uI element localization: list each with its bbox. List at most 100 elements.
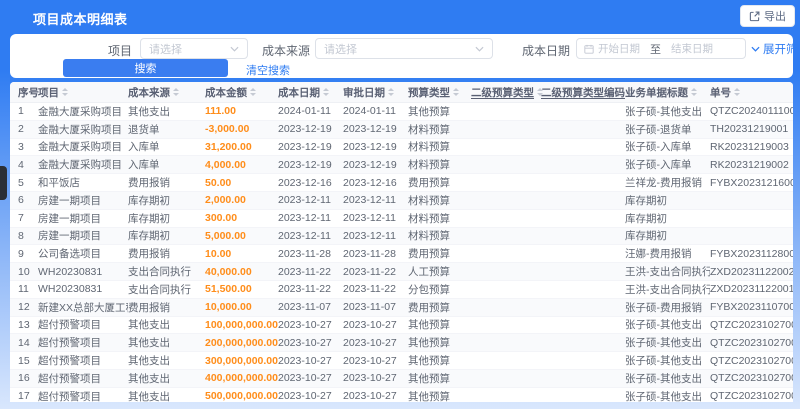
cost-source-label: 成本来源: [262, 44, 311, 58]
cost-detail-table: 序号 项目 成本来源 成本金额 成本日期 审批日期 预算类型 二级预算类型 二级预算类型编码 业务…: [10, 82, 793, 402]
chevron-down-icon: [751, 46, 760, 52]
table-cell: 14: [18, 336, 30, 349]
table-cell: 其他预算: [408, 105, 450, 118]
table-cell: 其他支出: [128, 372, 170, 385]
column-header-label: 二级预算类型编码: [541, 86, 625, 99]
table-cell: 12: [18, 301, 30, 314]
sort-icon[interactable]: [453, 88, 459, 96]
column-header-9[interactable]: 业务单据标题: [625, 82, 710, 102]
table-cell: 8: [18, 229, 24, 242]
table-cell: 2023-10-27: [278, 318, 332, 331]
table-row: 1 金融大厦采购项目 其他支出 111.00 2024-01-11 2024-01-11 其…: [10, 103, 793, 121]
table-cell: 材料预算: [408, 159, 450, 172]
table-cell: [471, 334, 541, 351]
table-cell: 111.00: [205, 105, 236, 118]
start-date-placeholder: 开始日期: [598, 43, 640, 55]
table-cell: 500,000,000.00: [205, 390, 278, 402]
table-cell: FYBX20231216001: [710, 176, 793, 189]
table-cell: [541, 103, 625, 120]
table-cell: 2023-11-22: [343, 283, 396, 296]
table-cell: 2023-12-11: [278, 212, 331, 225]
column-header-5[interactable]: 审批日期: [343, 82, 408, 102]
table-cell: [471, 299, 541, 316]
table-cell: 张子硕-退货单: [625, 123, 692, 136]
column-header-label: 项目: [38, 86, 59, 99]
cost-date-label: 成本日期: [522, 44, 571, 58]
table-cell: 库存期初: [128, 194, 170, 207]
column-header-6[interactable]: 预算类型: [408, 82, 471, 102]
table-cell: 17: [18, 390, 30, 402]
table-cell: FYBX20231128001: [710, 247, 793, 260]
clear-search-link[interactable]: 清空搜索: [246, 62, 290, 78]
project-select[interactable]: 请选择: [140, 38, 248, 59]
table-cell: 其他支出: [128, 105, 170, 118]
drawer-handle[interactable]: [0, 166, 7, 200]
table-cell: 2023-10-27: [278, 336, 332, 349]
table-cell: 3: [18, 140, 24, 153]
table-cell: 2023-12-11: [343, 229, 396, 242]
expand-filter-link[interactable]: 展开筛选: [751, 41, 800, 57]
table-cell: 2023-11-22: [278, 265, 331, 278]
cost-source-select[interactable]: 请选择: [315, 38, 493, 59]
table-cell: 1: [18, 105, 24, 118]
cost-date-range-input[interactable]: 开始日期 至 结束日期: [576, 38, 746, 59]
table-cell: 2023-12-19: [343, 123, 397, 136]
table-cell: [471, 317, 541, 334]
column-header-7[interactable]: 二级预算类型: [471, 82, 543, 102]
table-cell: [710, 228, 793, 245]
table-row: 4 金融大厦采购项目 入库单 4,000.00 2023-12-19 2023-12-19…: [10, 156, 793, 175]
app-window: 项目成本明细表 导出 项目 请选择 成本来源 请选择 成本日期 开始日期 至 结…: [0, 0, 800, 409]
table-cell: 51,500.00: [205, 283, 252, 296]
sort-icon[interactable]: [62, 88, 68, 96]
column-header-1[interactable]: 项目: [38, 82, 128, 102]
search-button[interactable]: 搜索: [63, 59, 228, 77]
table-cell: 新建XX总部大厦工程二期: [38, 301, 128, 314]
table-cell: 40,000.00: [205, 265, 252, 278]
column-header-10[interactable]: 单号: [710, 82, 793, 102]
table-row: 11 WH20230831 支出合同执行 51,500.00 2023-11-22 202…: [10, 280, 793, 299]
table-cell: [541, 281, 625, 298]
sort-icon[interactable]: [173, 88, 179, 96]
chevron-down-icon: [230, 46, 239, 52]
table-cell: 10.00: [205, 247, 232, 260]
table-cell: RK20231219002: [710, 158, 789, 171]
table-cell: QTZC20231027002: [710, 318, 793, 331]
table-cell: 汪娜-费用报销: [625, 248, 692, 261]
table-cell: RK20231219003: [710, 140, 789, 153]
column-header-8[interactable]: 二级预算类型编码: [541, 82, 634, 102]
table-cell: 库存期初: [625, 212, 667, 225]
sort-icon[interactable]: [250, 88, 256, 96]
column-header-4[interactable]: 成本日期: [278, 82, 343, 102]
table-row: 9 公司备选项目 费用报销 10.00 2023-11-28 2023-11-28 费用预算…: [10, 245, 793, 264]
filter-panel: 项目 请选择 成本来源 请选择 成本日期 开始日期 至 结束日期 展开筛 搜索 …: [10, 34, 800, 78]
column-header-3[interactable]: 成本金额: [205, 82, 278, 102]
sort-icon[interactable]: [691, 88, 697, 96]
table-cell: WH20230831: [38, 283, 103, 296]
table-row: 14 超付预警项目 其他支出 200,000,000.00 2023-10-27 2023…: [10, 334, 793, 353]
table-row: 8 房建一期项目 库存期初 5,000.00 2023-12-11 2023-12-11 材…: [10, 227, 793, 246]
chevron-down-icon: [475, 46, 484, 52]
table-cell: 其他支出: [128, 337, 170, 350]
export-icon: [749, 11, 760, 21]
table-row: 15 超付预警项目 其他支出 300,000,000.00 2023-10-27 2023…: [10, 352, 793, 370]
table-cell: 张子硕-其他支出: [625, 337, 702, 350]
table-cell: 材料预算: [408, 141, 450, 154]
export-button[interactable]: 导出: [740, 5, 795, 27]
table-cell: [471, 370, 541, 387]
column-header-label: 成本来源: [128, 86, 170, 99]
sort-icon[interactable]: [323, 88, 329, 96]
column-header-2[interactable]: 成本来源: [128, 82, 205, 102]
table-cell: 库存期初: [625, 194, 667, 207]
sort-icon[interactable]: [388, 88, 394, 96]
cost-source-select-placeholder: 请选择: [324, 43, 357, 56]
page-title: 项目成本明细表: [33, 12, 128, 27]
table-cell: QTZC20231027002: [710, 372, 793, 385]
table-cell: 张子硕-其他支出: [625, 319, 702, 332]
table-cell: 入库单: [128, 159, 160, 172]
table-cell: 300,000,000.00: [205, 354, 278, 367]
table-cell: 张子硕-其他支出: [625, 105, 702, 118]
sort-icon[interactable]: [734, 88, 740, 96]
column-header-label: 成本日期: [278, 86, 320, 99]
table-cell: 2023-10-27: [343, 390, 397, 402]
project-select-placeholder: 请选择: [149, 43, 182, 56]
